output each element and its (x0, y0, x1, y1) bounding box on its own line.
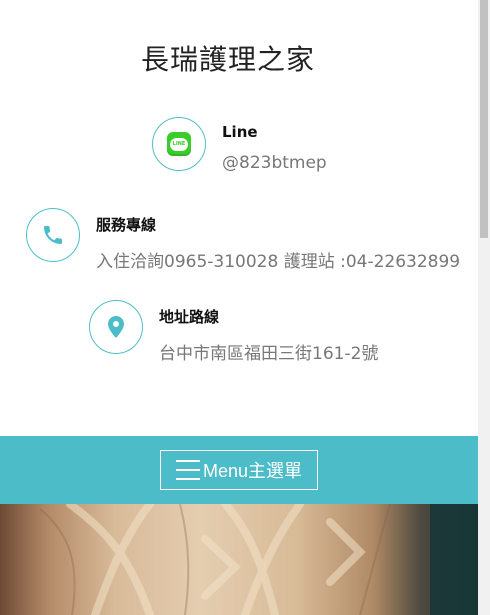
hamburger-icon (175, 460, 200, 480)
phone-numbers[interactable]: 入住洽詢0965-310028 護理站 :04-22632899 (96, 247, 460, 272)
phone-icon (44, 226, 62, 244)
line-icon-circle[interactable]: LINE (152, 117, 206, 171)
phone-icon-circle[interactable] (26, 208, 80, 262)
knit-sweater-image (39, 504, 478, 615)
line-logo-icon: LINE (167, 132, 191, 156)
site-title: 長瑞護理之家 (140, 43, 315, 76)
address-title: 地址路線 (159, 308, 220, 326)
phone-contact[interactable]: 服務專線 入住洽詢0965-310028 護理站 :04-22632899 (26, 208, 460, 272)
menu-bar: Menu主選單 (0, 436, 478, 504)
scrollbar-thumb[interactable] (480, 0, 488, 238)
address-contact[interactable]: 地址路線 台中市南區福田三街161-2號 (89, 300, 378, 364)
line-contact[interactable]: LINE Line @823btmep (152, 117, 327, 173)
map-pin-icon (108, 316, 124, 338)
page: 長瑞護理之家 LINE Line @823btmep 服務專線 入住洽詢0965… (0, 0, 478, 615)
line-id[interactable]: @823btmep (222, 153, 327, 173)
main-menu-button[interactable]: Menu主選單 (160, 450, 318, 490)
address-text[interactable]: 台中市南區福田三街161-2號 (159, 339, 378, 364)
menu-label: Menu主選單 (202, 461, 303, 481)
hero-image (0, 504, 478, 615)
scrollbar[interactable] (478, 0, 490, 615)
phone-title: 服務專線 (96, 216, 157, 234)
map-icon-circle[interactable] (89, 300, 143, 354)
line-title: Line (222, 123, 258, 141)
